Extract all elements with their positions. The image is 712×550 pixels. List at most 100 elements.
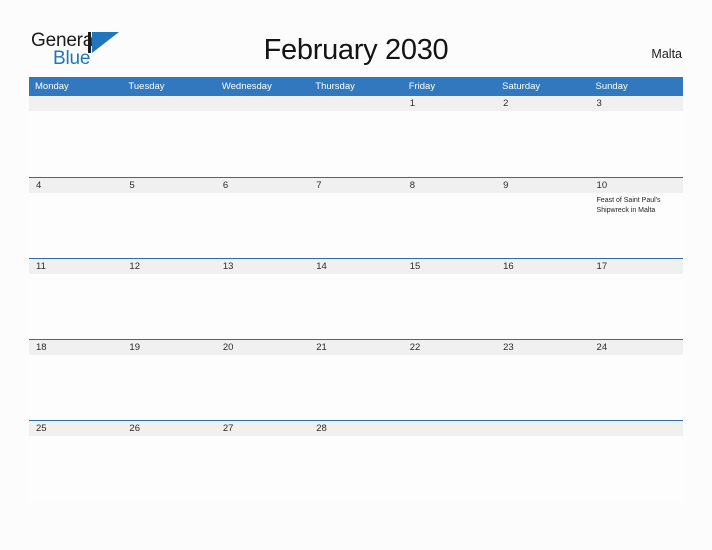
day-number[interactable]: 10: [590, 178, 683, 193]
day-cell[interactable]: [122, 355, 215, 420]
day-number-strip: 123: [29, 96, 683, 111]
page-title: February 2030: [263, 34, 449, 66]
day-number[interactable]: 13: [216, 259, 309, 274]
day-cell[interactable]: [122, 193, 215, 258]
weekday-monday: Monday: [35, 81, 69, 92]
holiday-event-label: Feast of Saint Paul's Shipwreck in Malta: [596, 197, 661, 214]
day-content-row: [29, 355, 683, 420]
day-number[interactable]: 27: [216, 421, 309, 436]
day-cell[interactable]: [216, 436, 309, 501]
day-cell: [309, 111, 402, 176]
day-number[interactable]: 11: [29, 259, 122, 274]
weekday-sunday: Sunday: [595, 81, 628, 92]
day-number[interactable]: 5: [122, 178, 215, 193]
calendar-week-row: 25 26 27 28: [29, 420, 683, 501]
day-cell[interactable]: [29, 193, 122, 258]
day-number-strip: 18 19 20 21 22 23 24: [29, 340, 683, 355]
day-number[interactable]: 22: [403, 340, 496, 355]
day-number[interactable]: 15: [403, 259, 496, 274]
calendar-week-row: 4 5 6 7 8 9 10 Feast of Saint Paul's Shipwreck …: [29, 177, 683, 258]
day-cell[interactable]: Feast of Saint Paul's Shipwreck in Malta: [590, 193, 683, 258]
day-number[interactable]: 6: [216, 178, 309, 193]
day-number[interactable]: 9: [496, 178, 589, 193]
day-content-row: [29, 111, 683, 176]
day-number[interactable]: 23: [496, 340, 589, 355]
day-number[interactable]: 19: [122, 340, 215, 355]
day-cell[interactable]: [29, 355, 122, 420]
day-cell[interactable]: [403, 355, 496, 420]
day-number[interactable]: 21: [309, 340, 402, 355]
day-cell: [122, 111, 215, 176]
day-number-empty: [309, 96, 402, 111]
day-cell[interactable]: [496, 355, 589, 420]
weekday-header-row: Monday Tuesday Wednesday Thursday Friday…: [29, 77, 683, 96]
day-cell[interactable]: [29, 274, 122, 339]
day-number[interactable]: 26: [122, 421, 215, 436]
day-cell[interactable]: [122, 274, 215, 339]
day-number[interactable]: 17: [590, 259, 683, 274]
day-number[interactable]: 7: [309, 178, 402, 193]
day-number[interactable]: 4: [29, 178, 122, 193]
day-content-row: [29, 436, 683, 501]
day-number-empty: [216, 96, 309, 111]
day-cell[interactable]: [122, 436, 215, 501]
day-number[interactable]: 14: [309, 259, 402, 274]
page-header: General Blue February 2030 Malta: [0, 0, 712, 76]
calendar-week-row: 123: [29, 96, 683, 177]
day-number[interactable]: 16: [496, 259, 589, 274]
day-number[interactable]: 20: [216, 340, 309, 355]
day-number-empty: [29, 96, 122, 111]
day-cell[interactable]: [496, 111, 589, 176]
weekday-friday: Friday: [408, 81, 436, 92]
day-cell[interactable]: [216, 193, 309, 258]
day-number[interactable]: 1: [403, 96, 496, 111]
day-cell[interactable]: [403, 274, 496, 339]
weekday-tuesday: Tuesday: [128, 81, 165, 92]
weekday-thursday: Thursday: [315, 81, 355, 92]
country-label: Malta: [651, 47, 682, 61]
weekday-saturday: Saturday: [502, 81, 541, 92]
day-cell[interactable]: [496, 193, 589, 258]
day-number-strip: 4 5 6 7 8 9 10: [29, 178, 683, 193]
day-cell[interactable]: [403, 193, 496, 258]
day-cell[interactable]: [496, 274, 589, 339]
day-cell[interactable]: [590, 355, 683, 420]
day-content-row: Feast of Saint Paul's Shipwreck in Malta: [29, 193, 683, 258]
day-number-empty: [122, 96, 215, 111]
day-cell[interactable]: [29, 436, 122, 501]
day-number[interactable]: 2: [496, 96, 589, 111]
calendar-grid: Monday Tuesday Wednesday Thursday Friday…: [29, 77, 683, 501]
day-number[interactable]: 18: [29, 340, 122, 355]
day-cell[interactable]: [309, 436, 402, 501]
calendar-week-row: 11 12 13 14 15 16 17: [29, 258, 683, 339]
day-cell[interactable]: [216, 274, 309, 339]
day-number-strip: 11 12 13 14 15 16 17: [29, 259, 683, 274]
calendar-page: General Blue February 2030 Malta Monday …: [0, 0, 712, 550]
day-number[interactable]: 28: [309, 421, 402, 436]
day-cell[interactable]: [216, 355, 309, 420]
day-cell: [216, 111, 309, 176]
day-number-empty: [496, 421, 589, 436]
day-number[interactable]: 25: [29, 421, 122, 436]
day-cell: [590, 436, 683, 501]
day-cell[interactable]: [309, 193, 402, 258]
day-number[interactable]: 24: [590, 340, 683, 355]
day-number-empty: [590, 421, 683, 436]
calendar-weeks: 1 2 3 4 5 6 7 8 9 10 Feast of Saint Paul's Shipwre…: [29, 96, 683, 501]
day-cell: [403, 436, 496, 501]
day-number[interactable]: 8: [403, 178, 496, 193]
weekday-wednesday: Wednesday: [221, 81, 272, 92]
day-number-empty: [403, 421, 496, 436]
day-number[interactable]: 3: [590, 96, 683, 111]
day-cell: [29, 111, 122, 176]
day-cell[interactable]: [590, 274, 683, 339]
day-cell[interactable]: [309, 274, 402, 339]
day-cell: [496, 436, 589, 501]
day-cell[interactable]: [309, 355, 402, 420]
day-number-strip: 25 26 27 28: [29, 421, 683, 436]
day-number[interactable]: 12: [122, 259, 215, 274]
day-content-row: [29, 274, 683, 339]
calendar-week-row: 18 19 20 21 22 23 24: [29, 339, 683, 420]
day-cell[interactable]: [403, 111, 496, 176]
day-cell[interactable]: [590, 111, 683, 176]
